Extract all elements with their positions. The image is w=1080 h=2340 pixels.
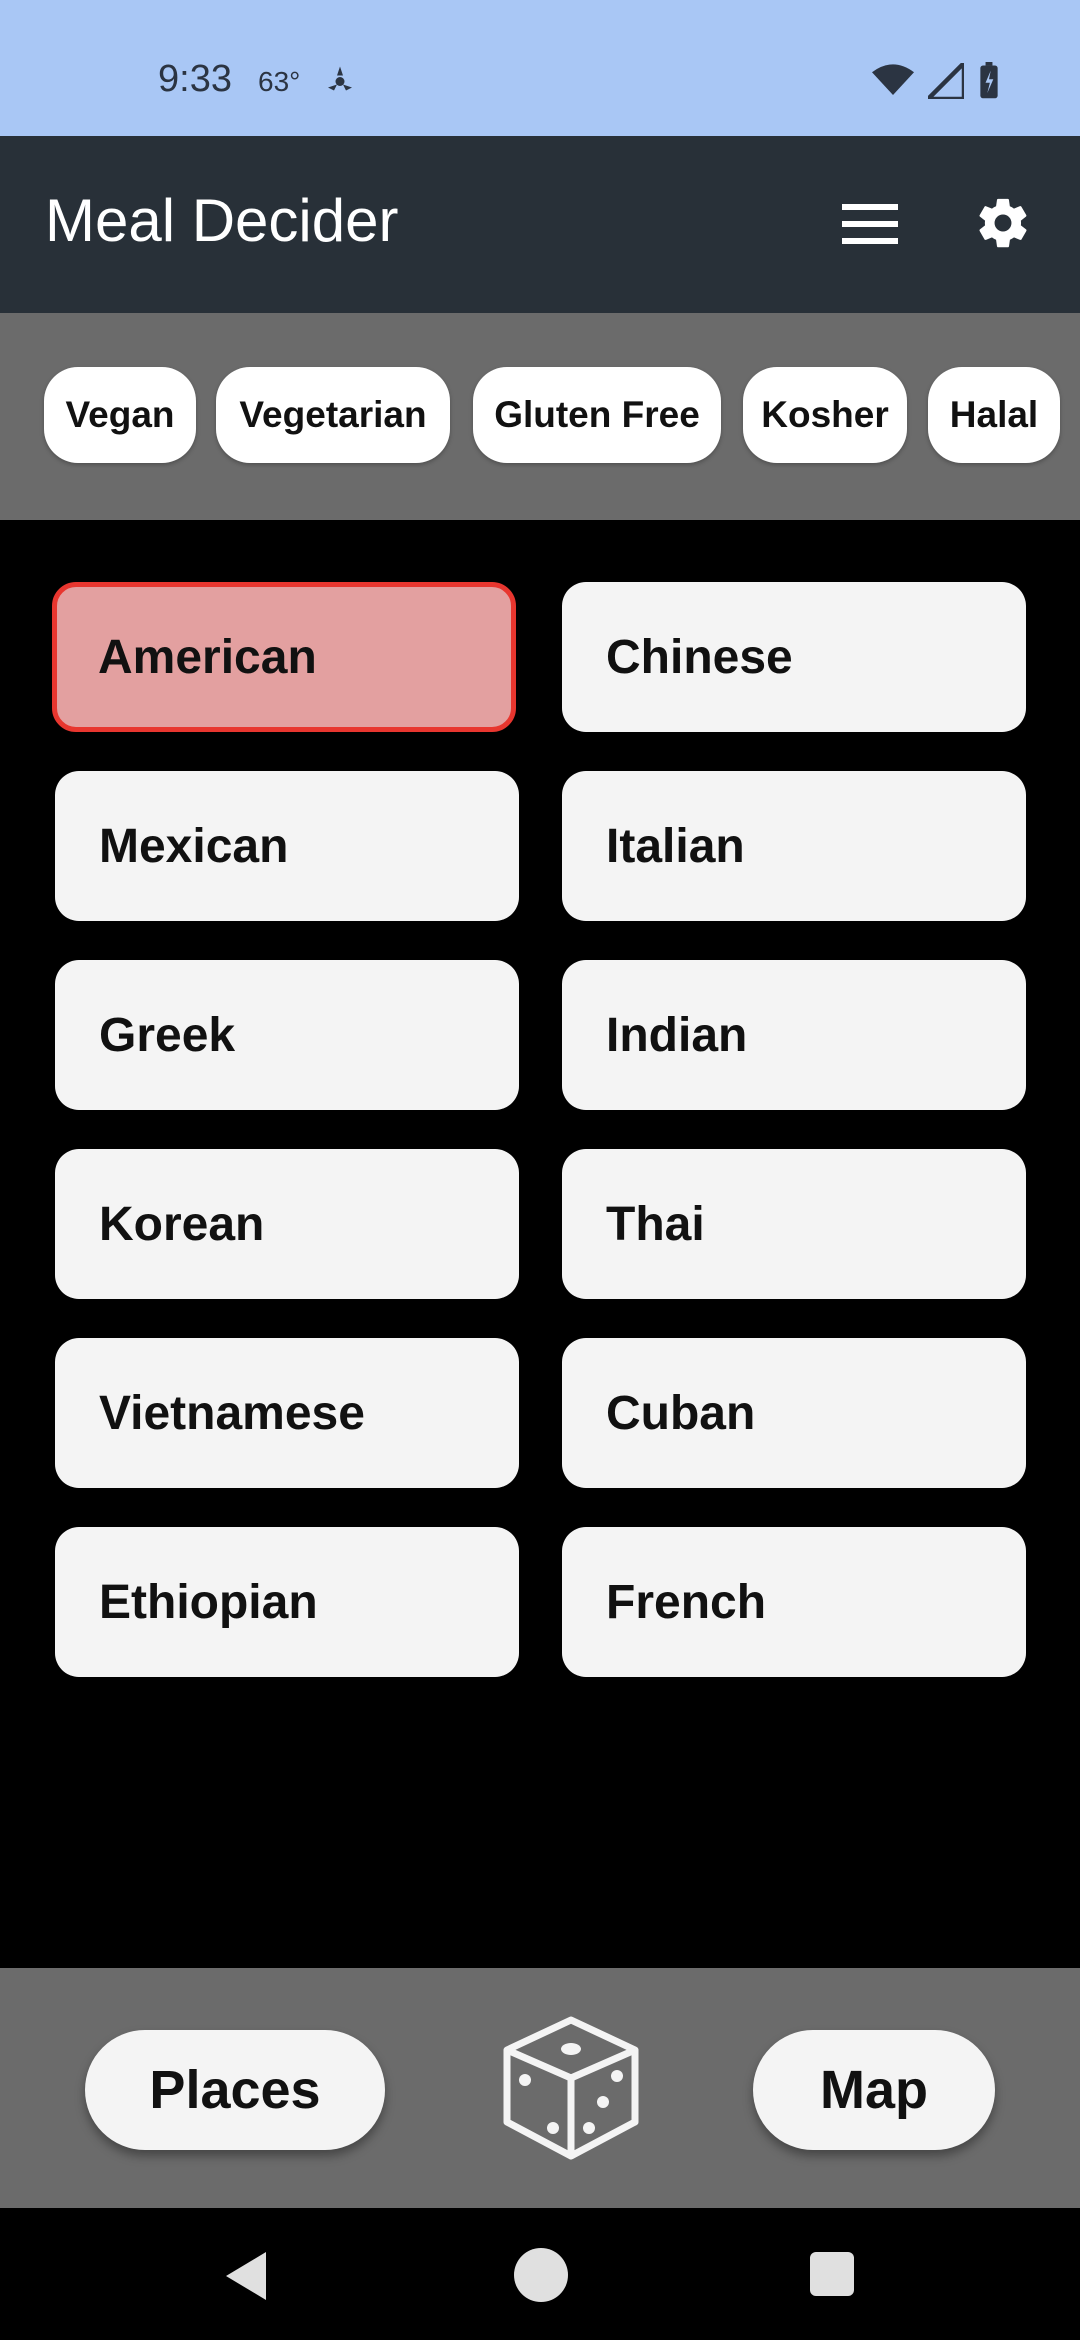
status-icons [872,62,1000,100]
status-bar: 9:33 63° [0,0,1080,136]
cuisine-ethiopian[interactable]: Ethiopian [55,1527,519,1677]
hamburger-menu-icon[interactable] [842,202,898,246]
system-nav-bar [0,2208,1080,2340]
home-icon[interactable] [514,2248,568,2302]
places-button[interactable]: Places [85,2030,385,2150]
weather-fan-icon [328,66,352,91]
cuisine-french[interactable]: French [562,1527,1026,1677]
cuisine-american[interactable]: American [52,582,516,732]
dice-icon[interactable] [500,2014,642,2162]
back-icon[interactable] [222,2250,270,2302]
chip-halal[interactable]: Halal [928,367,1060,463]
diet-filter-strip: Vegan Vegetarian Gluten Free Kosher Hala… [0,313,1080,520]
cuisine-greek[interactable]: Greek [55,960,519,1110]
chip-vegetarian[interactable]: Vegetarian [216,367,450,463]
cuisine-cuban[interactable]: Cuban [562,1338,1026,1488]
app-bar: Meal Decider [0,136,1080,313]
bottom-action-bar: Places Map [0,1968,1080,2208]
chip-vegan[interactable]: Vegan [44,367,196,463]
battery-icon [980,62,998,99]
cuisine-italian[interactable]: Italian [562,771,1026,921]
map-button[interactable]: Map [753,2030,995,2150]
recents-icon[interactable] [810,2252,854,2296]
chip-gluten-free[interactable]: Gluten Free [473,367,721,463]
cell-signal-icon [928,63,964,99]
wifi-icon [872,64,914,95]
cuisine-korean[interactable]: Korean [55,1149,519,1299]
status-temperature: 63° [258,66,301,97]
gear-icon[interactable] [974,194,1032,252]
cuisine-vietnamese[interactable]: Vietnamese [55,1338,519,1488]
app-screen: 9:33 63° Meal Decider Vegan Vegetarian G… [0,0,1080,2340]
cuisine-chinese[interactable]: Chinese [562,582,1026,732]
status-time: 9:33 [158,58,232,100]
chip-kosher[interactable]: Kosher [743,367,907,463]
cuisine-mexican[interactable]: Mexican [55,771,519,921]
cuisine-indian[interactable]: Indian [562,960,1026,1110]
cuisine-grid: American Chinese Mexican Italian Greek I… [0,520,1080,1970]
app-title: Meal Decider [45,187,399,254]
cuisine-thai[interactable]: Thai [562,1149,1026,1299]
